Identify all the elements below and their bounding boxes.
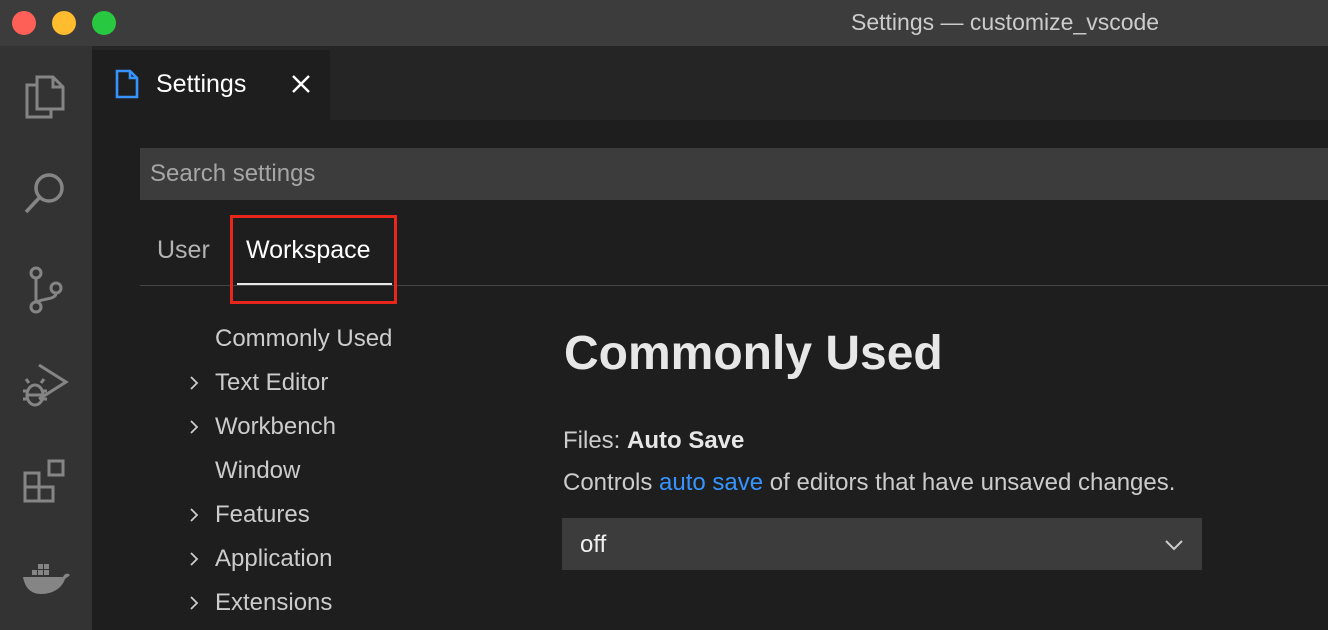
setting-description: Controls auto save of editors that have … — [563, 469, 1175, 497]
run-debug-icon[interactable] — [14, 352, 76, 414]
settings-file-icon — [115, 69, 139, 99]
title-bar: Settings — customize_vscode — [0, 0, 1328, 46]
toc-label: Extensions — [215, 589, 333, 616]
toc-item-commonly-used[interactable]: Commonly Used — [185, 324, 392, 354]
toc-label: Workbench — [215, 413, 336, 440]
dropdown-value: off — [580, 531, 607, 558]
chevron-right-icon — [190, 376, 199, 390]
setting-desc-text: Controls — [563, 469, 660, 496]
close-icon[interactable] — [288, 71, 314, 97]
toc-item-window[interactable]: Window — [185, 456, 300, 486]
toc-item-features[interactable]: Features — [185, 500, 310, 530]
editor-tab-bar: Settings — [92, 46, 1328, 120]
minimize-window-button[interactable] — [52, 11, 76, 35]
extensions-icon[interactable] — [14, 450, 76, 512]
window-title: Settings — customize_vscode — [851, 9, 1160, 35]
maximize-window-button[interactable] — [92, 11, 116, 35]
auto-save-link[interactable]: auto save — [659, 469, 763, 496]
search-icon[interactable] — [14, 163, 76, 225]
tab-user[interactable]: User — [157, 236, 210, 265]
close-window-button[interactable] — [12, 11, 36, 35]
toc-item-extensions[interactable]: Extensions — [185, 588, 332, 618]
search-input[interactable] — [140, 148, 1328, 200]
tab-settings[interactable]: Settings — [92, 50, 330, 120]
tab-label: Settings — [156, 70, 247, 98]
files-icon[interactable] — [14, 66, 76, 128]
toc-label: Commonly Used — [215, 325, 393, 352]
chevron-right-icon — [190, 508, 199, 522]
section-title: Commonly Used — [564, 327, 943, 380]
chevron-right-icon — [190, 596, 199, 610]
setting-desc-text: of editors that have unsaved changes. — [763, 469, 1176, 496]
source-control-icon[interactable] — [14, 259, 76, 321]
setting-title: Files: Auto Save — [563, 427, 744, 455]
setting-category: Files: — [563, 427, 628, 454]
docker-icon[interactable] — [14, 545, 76, 607]
chevron-right-icon — [190, 552, 199, 566]
chevron-down-icon — [1165, 540, 1183, 551]
toc-item-text-editor[interactable]: Text Editor — [185, 368, 328, 398]
chevron-right-icon — [190, 420, 199, 434]
toc-label: Features — [215, 501, 310, 528]
activity-bar — [0, 46, 92, 630]
toc-label: Text Editor — [215, 369, 329, 396]
auto-save-dropdown[interactable]: off — [562, 518, 1202, 570]
toc-label: Window — [215, 457, 301, 484]
toc-item-application[interactable]: Application — [185, 544, 332, 574]
setting-name: Auto Save — [627, 427, 745, 454]
annotation-highlight-box — [230, 215, 397, 304]
toc-item-workbench[interactable]: Workbench — [185, 412, 336, 442]
toc-label: Application — [215, 545, 333, 572]
